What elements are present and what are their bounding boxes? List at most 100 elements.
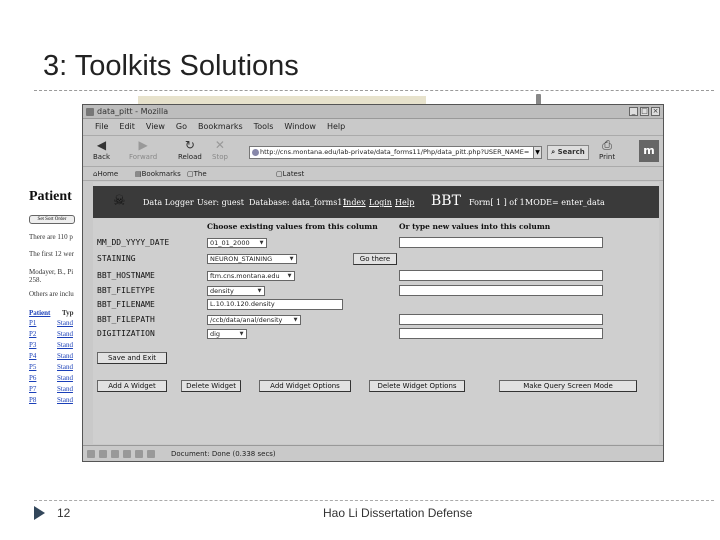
window-titlebar: data_pitt - Mozilla _ □ × xyxy=(83,105,663,119)
status-text: Document: Done (0.338 secs) xyxy=(171,450,276,458)
slide-title: 3: Toolkits Solutions xyxy=(43,50,299,82)
database-label: Database: data_forms11 xyxy=(249,198,348,207)
menu-help[interactable]: Help xyxy=(327,120,345,134)
reload-label: Reload xyxy=(178,153,202,161)
filetype-select[interactable]: density ▼ xyxy=(207,286,265,296)
delete-widget-button[interactable]: Delete Widget xyxy=(181,380,241,392)
menu-file[interactable]: File xyxy=(95,120,108,134)
bookmark-home-label: Home xyxy=(97,170,119,178)
reload-icon: ↻ xyxy=(184,138,195,152)
index-link[interactable]: Index xyxy=(343,198,366,207)
make-query-screen-mode-button[interactable]: Make Query Screen Mode xyxy=(499,380,637,392)
digitization-select[interactable]: dig ▼ xyxy=(207,329,247,339)
filepath-select[interactable]: /ccb/data/anal/density ▼ xyxy=(207,315,301,325)
bookmark-latest-builds[interactable]: ▢ Latest Builds xyxy=(276,168,304,191)
app-name: Data Logger xyxy=(143,198,194,207)
search-button[interactable]: ⌕ Search xyxy=(547,145,589,160)
url-input[interactable]: http://cns.montana.edu/lab-private/data_… xyxy=(249,146,539,159)
filepath-text-input[interactable] xyxy=(399,314,603,325)
url-dropdown-icon[interactable]: ▼ xyxy=(533,146,542,159)
set-sort-order-button[interactable]: Set Sort Order xyxy=(29,215,75,224)
help-link[interactable]: Help xyxy=(395,198,414,207)
filetype-select-value: density xyxy=(210,287,234,295)
menu-window[interactable]: Window xyxy=(284,120,316,134)
minimize-icon[interactable]: _ xyxy=(629,107,638,116)
stop-button[interactable]: ✕ Stop xyxy=(212,139,228,161)
patient-row-type[interactable]: Stand xyxy=(57,374,73,382)
chevron-down-icon: ▼ xyxy=(289,256,294,262)
table-header-patient[interactable]: Patient xyxy=(29,309,50,317)
chat-icon[interactable] xyxy=(135,450,143,458)
chevron-down-icon: ▼ xyxy=(287,273,292,279)
digitization-select-value: dig xyxy=(210,330,221,338)
menubar: File Edit View Go Bookmarks Tools Window… xyxy=(83,120,663,134)
patient-row-id[interactable]: P3 xyxy=(29,341,36,349)
forward-button[interactable]: ▶ Forward xyxy=(129,139,157,161)
patient-row-type[interactable]: Stand xyxy=(57,396,73,404)
background-heading: Patient xyxy=(29,189,72,204)
mail-icon[interactable] xyxy=(99,450,107,458)
login-link[interactable]: Login xyxy=(369,198,392,207)
bookmark-home[interactable]: ⌂ Home xyxy=(93,168,118,181)
patient-row-type[interactable]: Stand xyxy=(57,319,73,327)
composer-icon[interactable] xyxy=(111,450,119,458)
bookmark-bookmarks[interactable]: ▤ Bookmarks xyxy=(135,168,181,181)
menu-go[interactable]: Go xyxy=(176,120,187,134)
filename-text-input[interactable]: L.10.10.120.density xyxy=(207,299,343,310)
patient-row-type[interactable]: Stand xyxy=(57,352,73,360)
go-there-button[interactable]: Go there xyxy=(353,253,397,265)
navigator-icon[interactable] xyxy=(87,450,95,458)
field-label-filepath: BBT_FILEPATH xyxy=(97,315,155,324)
patient-row-type[interactable]: Stand xyxy=(57,341,73,349)
close-icon[interactable]: × xyxy=(651,107,660,116)
back-arrow-icon: ◀ xyxy=(96,138,107,152)
date-select[interactable]: 01_01_2000 ▼ xyxy=(207,238,267,248)
back-button[interactable]: ◀ Back xyxy=(93,139,110,161)
bookmark-mozilla-org[interactable]: ▢ The Mozilla Organiza... xyxy=(187,168,232,204)
patient-row-id[interactable]: P5 xyxy=(29,363,36,371)
patient-row-id[interactable]: P6 xyxy=(29,374,36,382)
patient-row-id[interactable]: P2 xyxy=(29,330,36,338)
menu-view[interactable]: View xyxy=(146,120,165,134)
reload-button[interactable]: ↻ Reload xyxy=(178,139,202,161)
address-book-icon[interactable] xyxy=(123,450,131,458)
add-widget-options-button[interactable]: Add Widget Options xyxy=(259,380,351,392)
staining-select[interactable]: NEURON_STAINING ▼ xyxy=(207,254,297,264)
patient-row-id[interactable]: P7 xyxy=(29,385,36,393)
digitization-text-input[interactable] xyxy=(399,328,603,339)
date-text-input[interactable] xyxy=(399,237,603,248)
table-header-type: Typ xyxy=(62,309,74,317)
patient-row-id[interactable]: P8 xyxy=(29,396,36,404)
patient-row-type[interactable]: Stand xyxy=(57,363,73,371)
filetype-text-input[interactable] xyxy=(399,285,603,296)
patient-row-type[interactable]: Stand xyxy=(57,330,73,338)
field-label-staining: STAINING xyxy=(97,254,136,263)
bookmarks-toolbar: ⌂ Home ▤ Bookmarks ▢ The Mozilla Organiz… xyxy=(83,168,663,204)
field-label-filename: BBT_FILENAME xyxy=(97,300,155,309)
footer-text: Hao Li Dissertation Defense xyxy=(323,506,473,520)
chevron-down-icon: ▼ xyxy=(239,331,244,337)
search-label: Search xyxy=(557,148,585,156)
maximize-icon[interactable]: □ xyxy=(640,107,649,116)
print-button[interactable]: ⎙ Print xyxy=(599,139,615,161)
patient-row-type[interactable]: Stand xyxy=(57,385,73,393)
page-icon xyxy=(252,149,259,156)
patient-row-id[interactable]: P4 xyxy=(29,352,36,360)
date-select-value: 01_01_2000 xyxy=(210,239,250,247)
user-label: User: guest xyxy=(197,198,244,207)
hostname-select[interactable]: ftm.cns.montana.edu ▼ xyxy=(207,271,295,281)
hostname-text-input[interactable] xyxy=(399,270,603,281)
patient-row-id[interactable]: P1 xyxy=(29,319,36,327)
save-and-exit-button[interactable]: Save and Exit xyxy=(97,352,167,364)
url-text: http://cns.montana.edu/lab-private/data_… xyxy=(260,148,530,156)
forward-arrow-icon: ▶ xyxy=(138,138,148,152)
page-number: 12 xyxy=(57,506,71,520)
delete-widget-options-button[interactable]: Delete Widget Options xyxy=(369,380,465,392)
page-content: ☠ Data Logger User: guest Database: data… xyxy=(93,182,659,444)
menu-tools[interactable]: Tools xyxy=(254,120,274,134)
chevron-down-icon: ▼ xyxy=(293,317,298,323)
menu-edit[interactable]: Edit xyxy=(119,120,135,134)
add-widget-button[interactable]: Add A Widget xyxy=(97,380,167,392)
menu-bookmarks[interactable]: Bookmarks xyxy=(198,120,243,134)
mozilla-logo-icon: m xyxy=(639,140,659,162)
